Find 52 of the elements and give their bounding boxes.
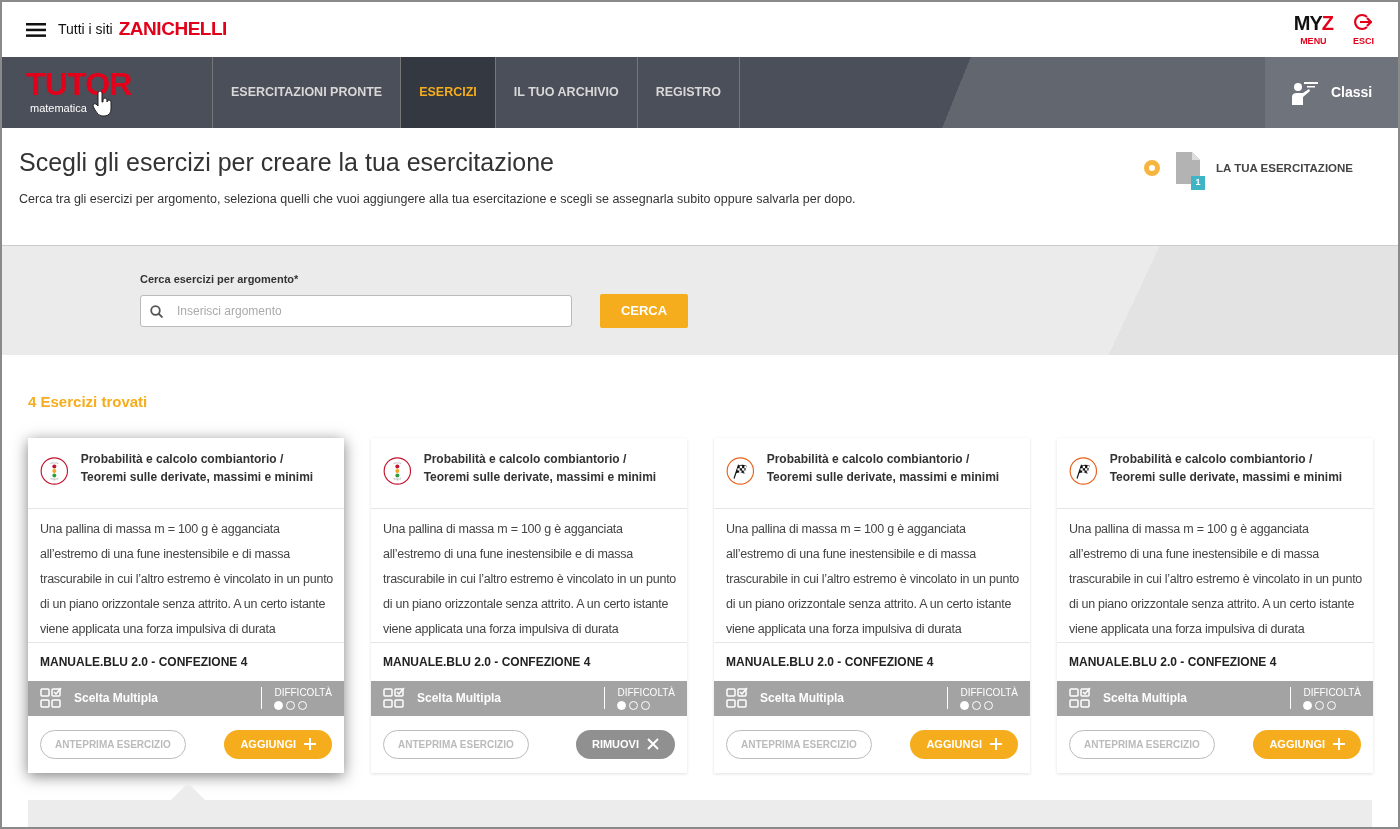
classes-button[interactable]: Classi [1265,57,1398,128]
book-title: MANUALE.BLU 2.0 - CONFEZIONE 4 [382,653,592,671]
logout-icon [1354,13,1373,31]
book-title: MANUALE.BLU 2.0 - CONFEZIONE 4 [725,653,935,671]
difficulty-label: DIFFICOLTÀ [617,686,675,699]
exercise-text: Una pallina di massa m = 100 g è agganciata all’estremo di una fune inestensibile e di massa trascurabile in cui l’altro estremo è vincolato in un punto di un piano orizzontale senza attrito. A un certo istante viene applicata una forza impulsiva di durata [714,508,1030,643]
exercise-type: Scelta Multipla [1103,690,1188,707]
remove-button[interactable]: RIMUOVI [575,729,675,759]
exercise-type: Scelta Multipla [760,690,845,707]
exercise-topic: Probabilità e calcolo combiantorio / Teoremi sulle derivate, massimi e minimi [423,450,658,486]
difficulty-label: DIFFICOLTÀ [960,686,1018,699]
exercise-topic: Probabilità e calcolo combiantorio / Teoremi sulle derivate, massimi e minimi [80,450,315,486]
exercise-text: Una pallina di massa m = 100 g è agganciata all’estremo di una fune inestensibile e di massa trascurabile in cui l’altro estremo è vincolato in un punto di un piano orizzontale senza attrito. A un certo istante viene applicata una forza impulsiva di durata [1057,508,1373,643]
exercise-text: Una pallina di massa m = 100 g è agganciata all’estremo di una fune inestensibile e di massa trascurabile in cui l’altro estremo è vincolato in un punto di un piano orizzontale senza attrito. A un certo istante viene applicata una forza impulsiva di durata [28,508,344,643]
multiple-choice-icon [726,687,748,709]
page-description: Cerca tra gli esercizi per argomento, seleziona quelli che vuoi aggiungere alla tua esercitazione e scegli se assegnarla subito oppure salvarla per dopo. [19,190,857,208]
menu-icon[interactable] [26,22,46,37]
exercise-topic: Probabilità e calcolo combiantorio / Teoremi sulle derivate, massimi e minimi [1109,450,1344,486]
search-field[interactable]: Inserisci argomento [140,295,572,327]
search-icon [150,305,163,318]
logout-button[interactable]: ESCI [1353,13,1374,46]
myz-menu-button[interactable]: MYZ MENU [1293,13,1333,46]
difficulty-label: DIFFICOLTÀ [1303,686,1361,699]
multiple-choice-icon [383,687,405,709]
exercise-topic: Probabilità e calcolo combiantorio / Teoremi sulle derivate, massimi e minimi [766,450,1001,486]
status-ring-icon [1144,160,1161,176]
exercise-card[interactable] [371,437,687,773]
search-label: Cerca esercizi per argomento* [140,271,300,287]
all-sites-link[interactable]: Tutti i siti [58,19,113,40]
exercise-text: Una pallina di massa m = 100 g è agganciata all’estremo di una fune inestensibile e di massa trascurabile in cui l’altro estremo è vincolato in un punto di un piano orizzontale senza attrito. A un certo istante viene applicata una forza impulsiva di durata [371,508,687,643]
multiple-choice-icon [40,687,62,709]
plus-icon [1333,738,1345,750]
nav-tab[interactable]: IL TUO ARCHIVIO [495,57,638,128]
nav-tab[interactable]: REGISTRO [637,57,740,128]
book-title: MANUALE.BLU 2.0 - CONFEZIONE 4 [39,653,249,671]
teacher-icon [1290,80,1319,105]
brand-logo[interactable]: ZANICHELLI [118,15,227,44]
book-title: MANUALE.BLU 2.0 - CONFEZIONE 4 [1068,653,1278,671]
results-heading: 4 Esercizi trovati [28,392,149,412]
exercise-type: Scelta Multipla [74,690,159,707]
multiple-choice-icon [1069,687,1091,709]
document-icon [1176,152,1201,184]
exercise-type: Scelta Multipla [417,690,502,707]
logo-subtitle: matematica [29,101,87,117]
plus-icon [990,738,1002,750]
nav-tab[interactable]: ESERCIZI [401,57,496,128]
plus-icon [304,738,316,750]
count-badge: 1 [1191,176,1206,190]
difficulty-label: DIFFICOLTÀ [274,686,332,699]
close-icon [647,738,659,750]
worksheet-link[interactable]: LA TUA ESERCITAZIONE [1216,160,1353,178]
page-title: Scegli gli esercizi per creare la tua esercitazione [19,147,555,178]
